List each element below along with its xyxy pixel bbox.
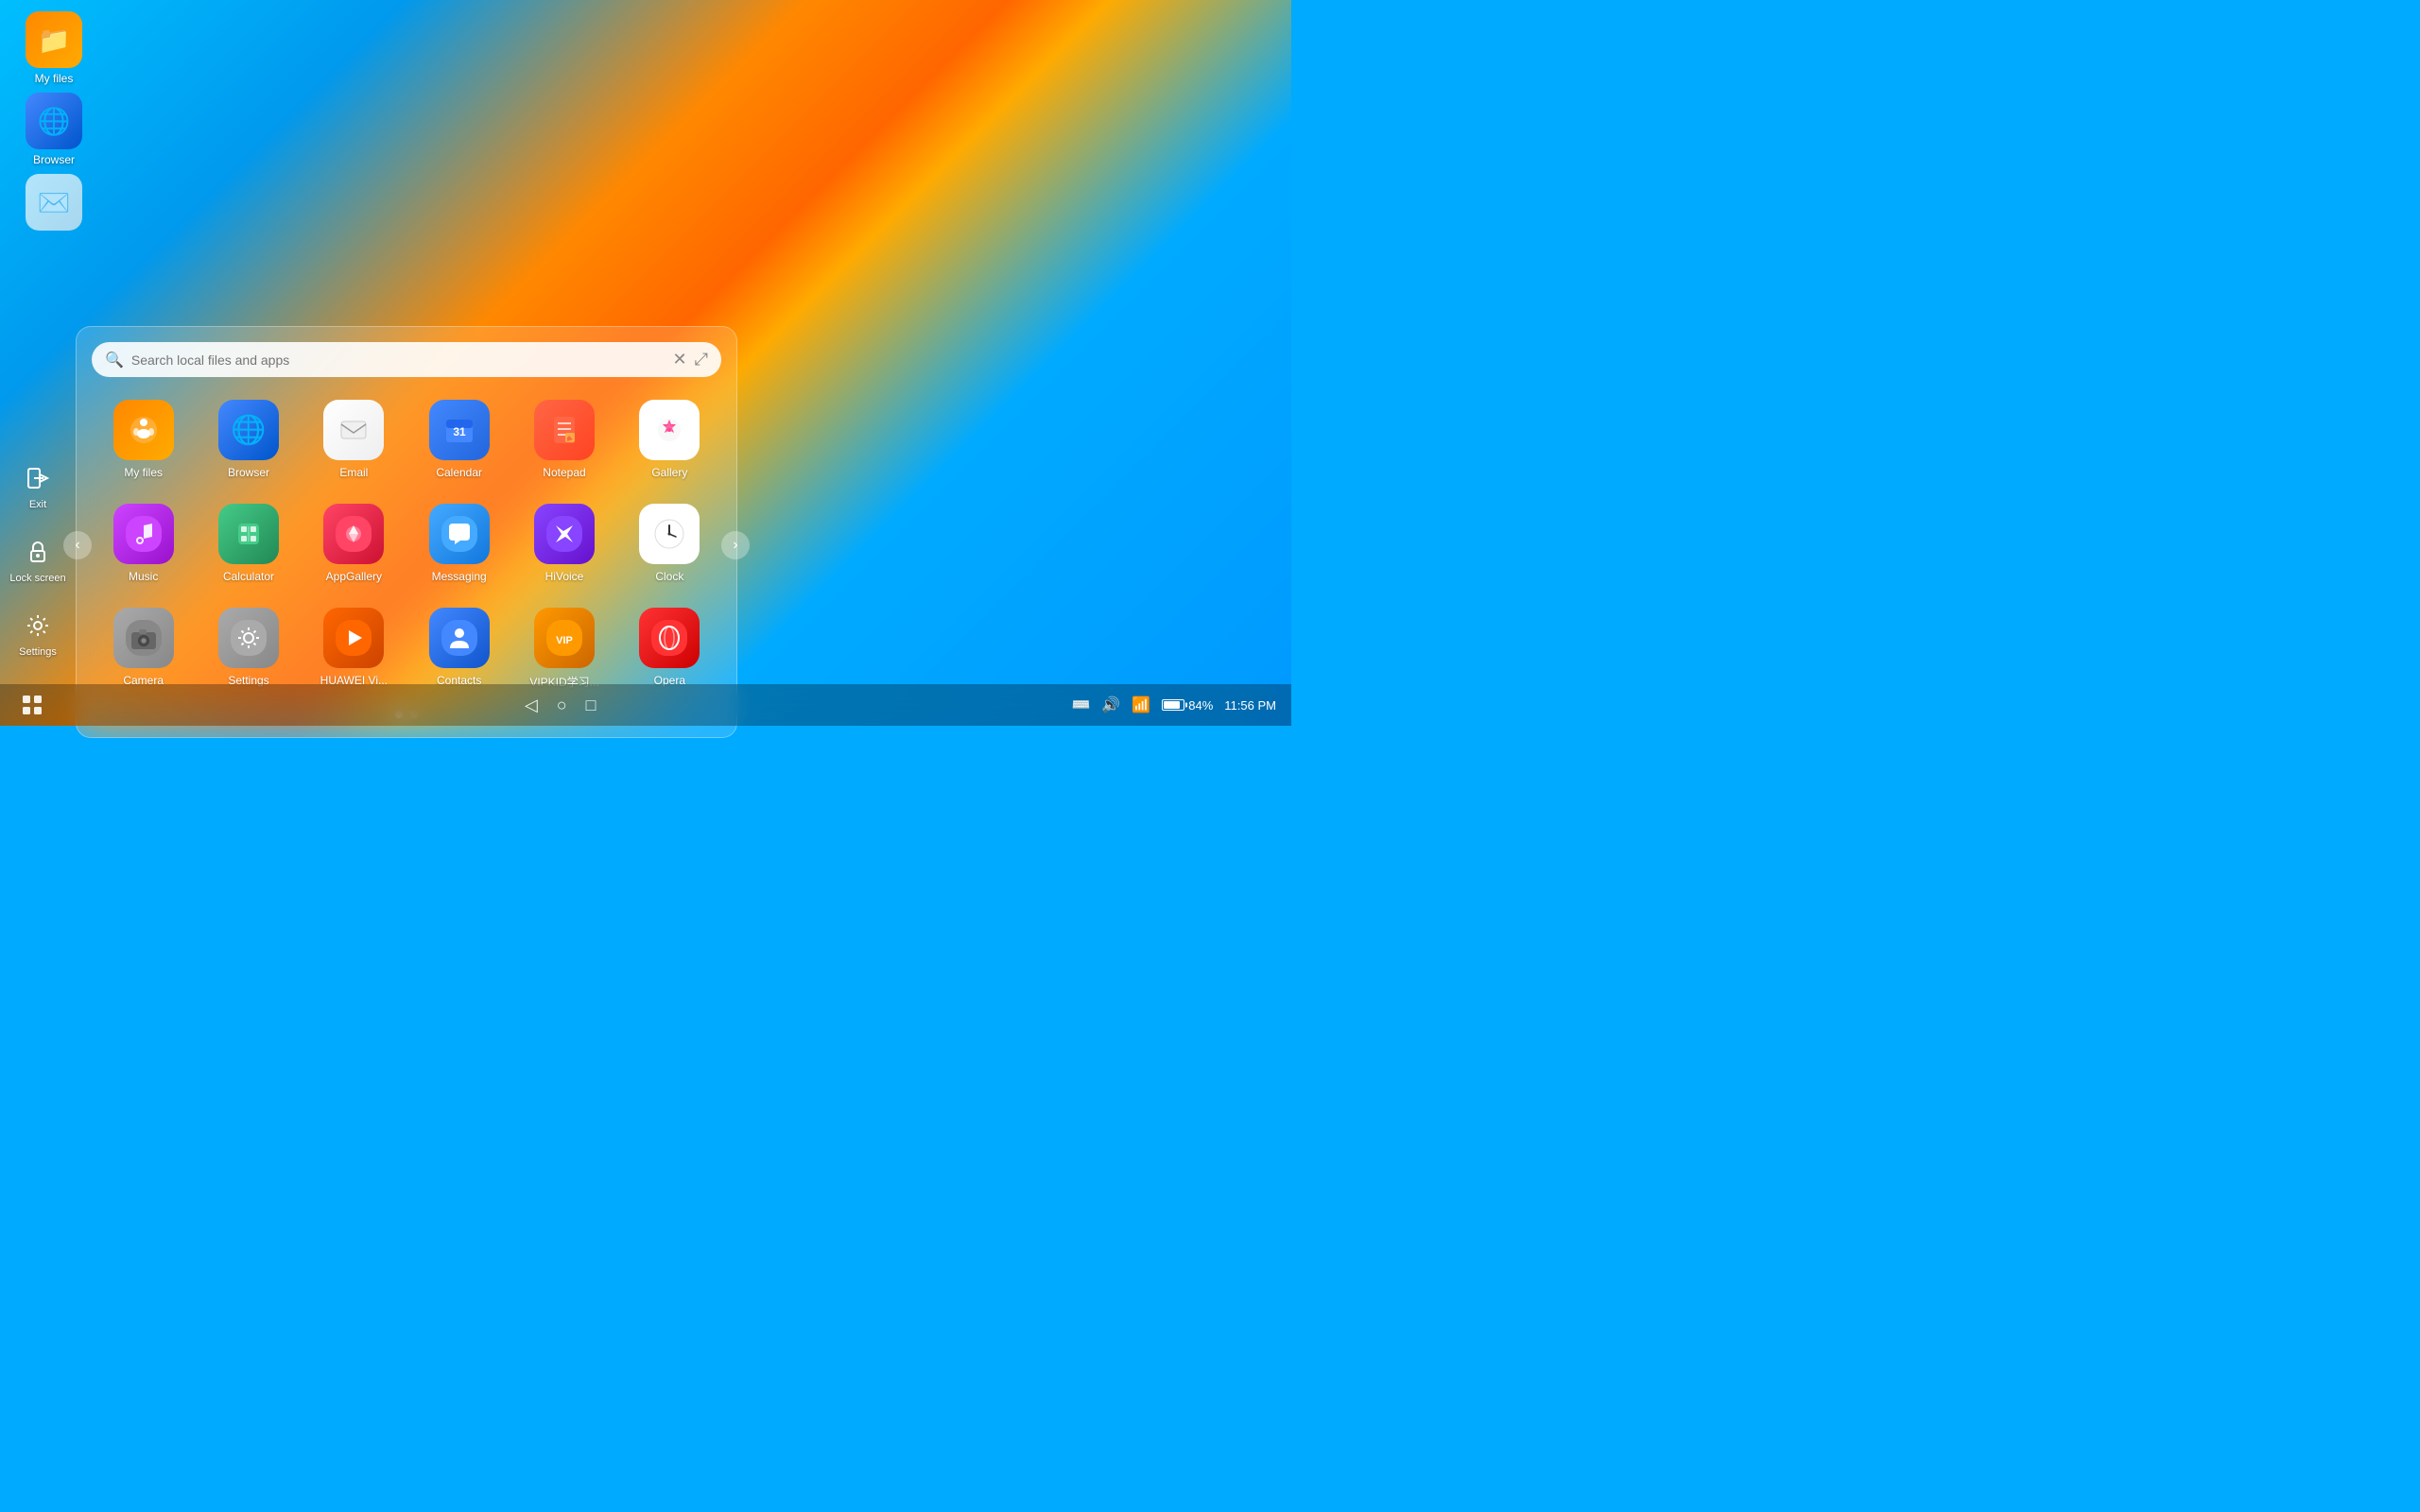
battery-percentage: 84% bbox=[1188, 698, 1213, 713]
app-item-huaweivideo[interactable]: HUAWEI Vi... bbox=[306, 600, 402, 697]
appgallery-app-label: AppGallery bbox=[326, 570, 382, 583]
app-item-clock[interactable]: Clock bbox=[622, 496, 717, 591]
clock-app-label: Clock bbox=[655, 570, 683, 583]
keyboard-icon[interactable]: ⌨️ bbox=[1072, 696, 1091, 714]
next-page-button[interactable]: › bbox=[721, 531, 750, 559]
taskbar-apps-button[interactable] bbox=[15, 688, 49, 722]
clock-app-icon bbox=[639, 504, 700, 564]
hivoice-app-label: HiVoice bbox=[545, 570, 584, 583]
notepad-app-icon bbox=[534, 400, 595, 460]
gallery-app-icon bbox=[639, 400, 700, 460]
sidebar: Exit Lock screen Settings bbox=[0, 0, 76, 684]
app-item-contacts[interactable]: Contacts bbox=[411, 600, 507, 697]
nav-recent-button[interactable]: □ bbox=[586, 696, 596, 715]
app-item-calculator[interactable]: Calculator bbox=[200, 496, 296, 591]
camera-app-icon bbox=[113, 608, 174, 668]
opera-app-icon bbox=[639, 608, 700, 668]
sidebar-item-lock-screen[interactable]: Lock screen bbox=[2, 527, 73, 592]
svg-text:VIP: VIP bbox=[556, 635, 573, 646]
sidebar-item-exit[interactable]: Exit bbox=[13, 454, 62, 518]
apps-grid-wrapper: ‹ My files 🌐 Browser bbox=[77, 392, 736, 697]
app-item-email[interactable]: Email bbox=[306, 392, 402, 487]
prev-page-button[interactable]: ‹ bbox=[63, 531, 92, 559]
myfiles-app-label: My files bbox=[124, 466, 163, 479]
contacts-app-icon bbox=[429, 608, 490, 668]
calculator-app-icon bbox=[218, 504, 279, 564]
taskbar-center: ◁ ○ □ bbox=[525, 696, 596, 715]
settings-sidebar-icon bbox=[21, 609, 55, 643]
notepad-app-label: Notepad bbox=[543, 466, 585, 479]
app-item-messaging[interactable]: Messaging bbox=[411, 496, 507, 591]
nav-back-button[interactable]: ◁ bbox=[525, 696, 538, 715]
app-item-opera[interactable]: Opera bbox=[622, 600, 717, 697]
system-clock: 11:56 PM bbox=[1224, 698, 1276, 713]
battery-fill bbox=[1164, 701, 1180, 709]
email-app-icon bbox=[323, 400, 384, 460]
search-expand-button[interactable]: ⤢ bbox=[695, 350, 708, 369]
exit-label: Exit bbox=[29, 499, 46, 510]
hivoice-app-icon bbox=[534, 504, 595, 564]
app-item-hivoice[interactable]: HiVoice bbox=[516, 496, 612, 591]
browser-app-label: Browser bbox=[228, 466, 269, 479]
svg-text:31: 31 bbox=[453, 425, 466, 438]
huaweivideo-app-icon bbox=[323, 608, 384, 668]
app-item-settings[interactable]: Settings bbox=[200, 600, 296, 697]
app-item-notepad[interactable]: Notepad bbox=[516, 392, 612, 487]
calendar-app-icon: 31 bbox=[429, 400, 490, 460]
volume-icon[interactable]: 🔊 bbox=[1101, 696, 1120, 714]
nav-home-button[interactable]: ○ bbox=[557, 696, 567, 715]
search-bar: 🔍 ✕ ⤢ bbox=[92, 342, 721, 377]
app-item-gallery[interactable]: Gallery bbox=[622, 392, 717, 487]
calculator-app-label: Calculator bbox=[223, 570, 274, 583]
app-drawer: 🔍 ✕ ⤢ ‹ My files bbox=[76, 326, 737, 738]
battery-indicator: 84% bbox=[1162, 698, 1213, 713]
search-clear-button[interactable]: ✕ bbox=[673, 350, 687, 369]
music-app-label: Music bbox=[129, 570, 158, 583]
apps-grid: My files 🌐 Browser Email bbox=[77, 392, 736, 697]
app-item-browser[interactable]: 🌐 Browser bbox=[200, 392, 296, 487]
music-app-icon bbox=[113, 504, 174, 564]
settings-app-icon bbox=[218, 608, 279, 668]
app-item-calendar[interactable]: 31 Calendar bbox=[411, 392, 507, 487]
app-item-camera[interactable]: Camera bbox=[95, 600, 191, 697]
app-item-music[interactable]: Music bbox=[95, 496, 191, 591]
taskbar: ◁ ○ □ ⌨️ 🔊 📶 84% 11:56 PM bbox=[0, 684, 1291, 726]
app-item-appgallery[interactable]: AppGallery bbox=[306, 496, 402, 591]
lock-screen-icon bbox=[21, 535, 55, 569]
gallery-app-label: Gallery bbox=[651, 466, 687, 479]
settings-sidebar-label: Settings bbox=[19, 646, 57, 658]
vipkid-app-icon: VIP bbox=[534, 608, 595, 668]
appgallery-app-icon bbox=[323, 504, 384, 564]
app-item-vipkid[interactable]: VIP VIPKID学习... bbox=[516, 600, 612, 697]
battery-icon bbox=[1162, 699, 1184, 711]
taskbar-right: ⌨️ 🔊 📶 84% 11:56 PM bbox=[1072, 696, 1276, 714]
search-icon: 🔍 bbox=[105, 351, 124, 369]
email-app-label: Email bbox=[339, 466, 368, 479]
sidebar-item-settings[interactable]: Settings bbox=[11, 601, 64, 665]
app-item-myfiles[interactable]: My files bbox=[95, 392, 191, 487]
search-input[interactable] bbox=[131, 352, 666, 368]
messaging-app-label: Messaging bbox=[432, 570, 487, 583]
browser-app-icon: 🌐 bbox=[218, 400, 279, 460]
lock-screen-label: Lock screen bbox=[9, 573, 65, 584]
exit-icon bbox=[21, 461, 55, 495]
myfiles-app-icon bbox=[113, 400, 174, 460]
messaging-app-icon bbox=[429, 504, 490, 564]
wifi-icon[interactable]: 📶 bbox=[1132, 696, 1150, 714]
calendar-app-label: Calendar bbox=[436, 466, 482, 479]
taskbar-left bbox=[15, 688, 49, 722]
